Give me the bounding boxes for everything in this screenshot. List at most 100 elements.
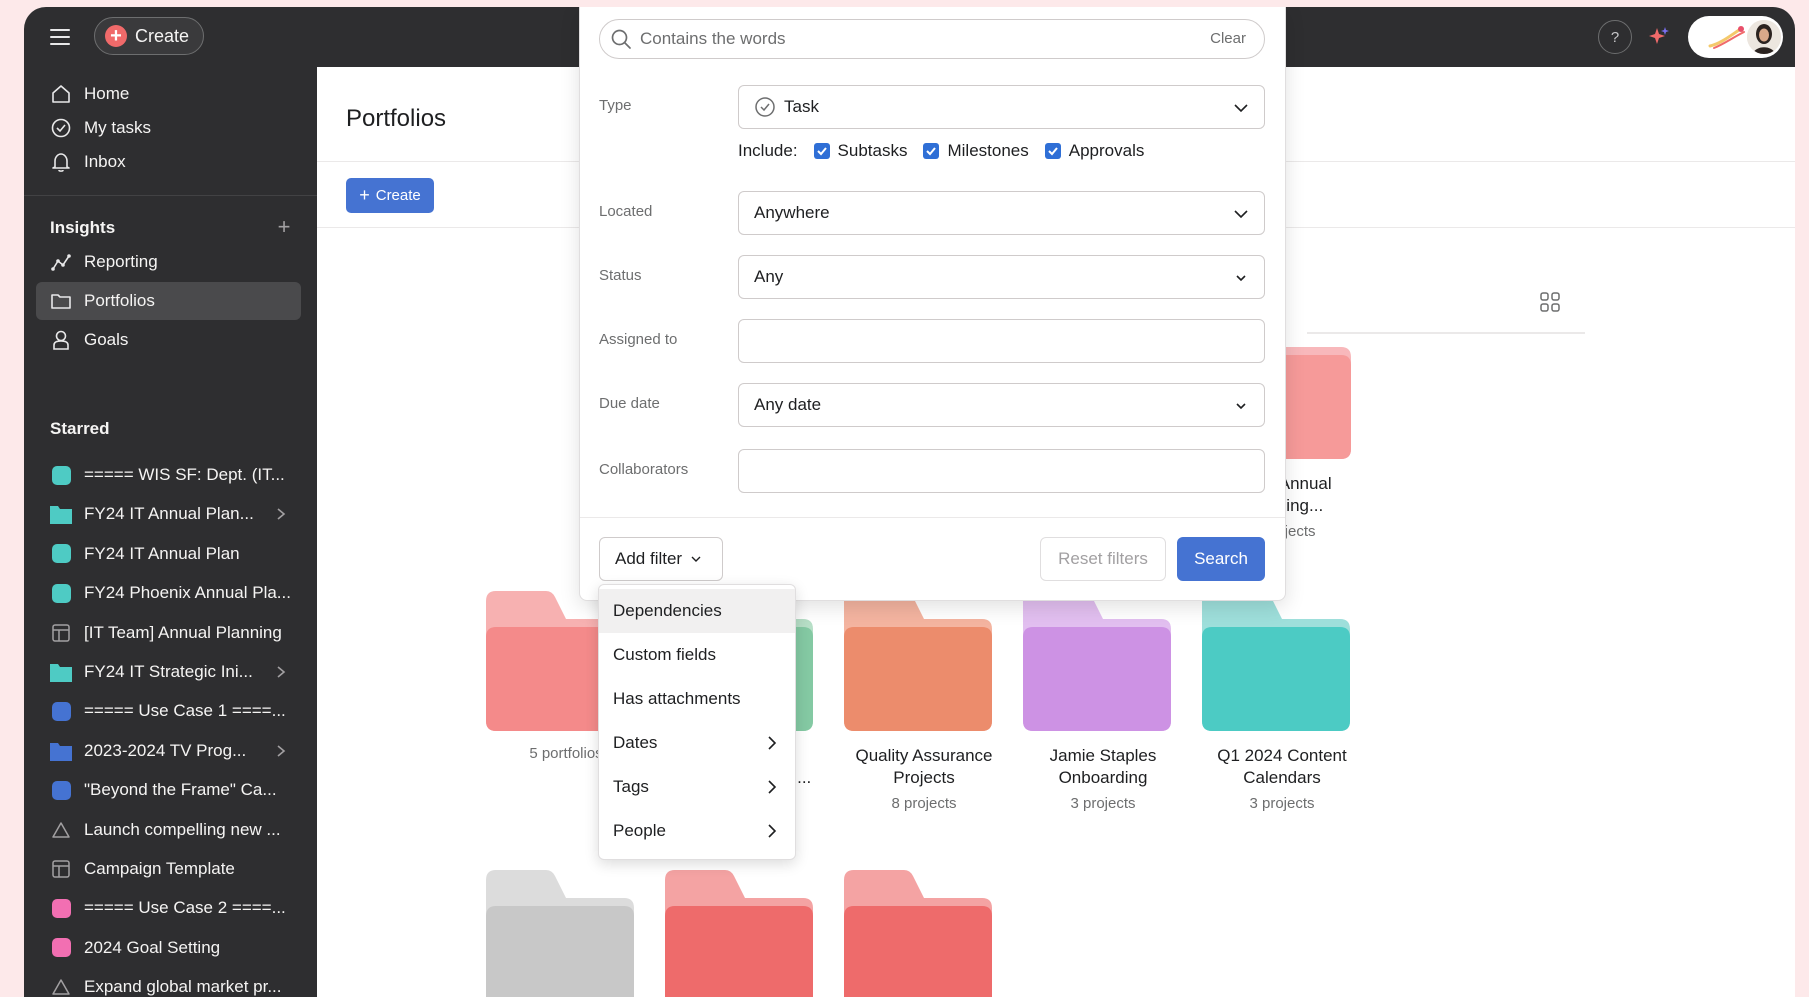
due-date-select[interactable]: Any date — [738, 383, 1265, 427]
check-circle-icon — [755, 97, 775, 117]
starred-item[interactable]: Campaign Template — [36, 850, 301, 888]
create-button[interactable]: + Create — [94, 17, 204, 55]
approvals-label: Approvals — [1068, 141, 1145, 160]
folder-icon — [486, 870, 634, 997]
create-label: Create — [135, 25, 190, 46]
sidebar-item-label: Home — [84, 84, 130, 103]
avatar — [1747, 20, 1781, 54]
sidebar-item-reporting[interactable]: Reporting — [36, 243, 301, 281]
reset-filters-button[interactable]: Reset filters — [1040, 537, 1166, 581]
sidebar-item-inbox[interactable]: Inbox — [36, 143, 301, 181]
chevron-down-icon — [1234, 104, 1248, 113]
chevron-right-icon[interactable] — [275, 663, 287, 681]
sidebar-item-home[interactable]: Home — [36, 75, 301, 113]
sidebar-item-portfolios[interactable]: Portfolios — [36, 282, 301, 320]
due-date-label: Due date — [599, 395, 660, 412]
starred-item[interactable]: FY24 IT Annual Plan — [36, 535, 301, 573]
portfolio-folder[interactable] — [665, 870, 825, 997]
starred-item[interactable]: 2024 Goal Setting — [36, 929, 301, 967]
portfolio-folder-icon — [50, 740, 72, 762]
folder-name-line: Calendars — [1243, 768, 1321, 787]
located-select[interactable]: Anywhere — [738, 191, 1265, 235]
project-color-icon — [50, 464, 72, 486]
starred-item[interactable]: 2023-2024 TV Prog... — [36, 732, 301, 770]
starred-item-label: FY24 IT Annual Plan — [84, 543, 240, 563]
create-portfolio-button[interactable]: + Create — [346, 178, 434, 213]
menu-item-dependencies[interactable]: Dependencies — [599, 589, 795, 633]
add-filter-button[interactable]: Add filter — [599, 537, 723, 581]
status-select[interactable]: Any — [738, 255, 1265, 299]
due-date-value: Any date — [754, 395, 822, 414]
menu-item-custom-fields[interactable]: Custom fields — [599, 633, 795, 677]
folder-icon — [50, 290, 72, 312]
portfolio-folder[interactable]: Q1 2024 Content Calendars 3 projects — [1202, 591, 1362, 812]
help-button[interactable]: ? — [1598, 20, 1632, 54]
folder-icon — [1023, 591, 1171, 731]
sparkle-icon[interactable] — [1646, 24, 1672, 50]
starred-item[interactable]: FY24 IT Strategic Ini... — [36, 653, 301, 691]
portfolio-folder[interactable]: Quality Assurance Projects 8 projects — [844, 591, 1004, 812]
portfolio-folder[interactable] — [844, 870, 1004, 997]
page-title: Portfolios — [346, 105, 447, 132]
folder-meta: 3 projects — [1070, 795, 1136, 812]
grid-view-icon[interactable] — [1539, 291, 1561, 313]
approvals-checkbox[interactable] — [1044, 143, 1061, 159]
chevron-right-icon[interactable] — [275, 742, 287, 760]
type-select[interactable]: Task — [738, 85, 1265, 129]
collaborators-input[interactable] — [738, 449, 1265, 493]
starred-item[interactable]: [IT Team] Annual Planning — [36, 614, 301, 652]
subtasks-label: Subtasks — [837, 141, 908, 160]
starred-item[interactable]: ===== WIS SF: Dept. (IT... — [36, 456, 301, 494]
menu-item-label: People — [613, 821, 666, 840]
starred-item-label: Expand global market pr... — [84, 977, 282, 997]
profile-button[interactable] — [1688, 16, 1783, 58]
search-button[interactable]: Search — [1177, 537, 1265, 581]
status-label: Status — [599, 267, 642, 284]
subtasks-checkbox[interactable] — [813, 143, 830, 159]
located-label: Located — [599, 203, 653, 220]
sidebar-item-my-tasks[interactable]: My tasks — [36, 109, 301, 147]
starred-item[interactable]: ===== Use Case 2 ====... — [36, 889, 301, 927]
menu-item-label: Dates — [613, 733, 658, 752]
starred-item[interactable]: ===== Use Case 1 ====... — [36, 692, 301, 730]
add-icon[interactable]: + — [274, 216, 294, 238]
starred-item-label: Campaign Template — [84, 859, 235, 878]
portfolio-folder[interactable]: Jamie Staples Onboarding 3 projects — [1023, 591, 1183, 812]
sidebar-item-label: Goals — [84, 330, 129, 349]
insights-heading[interactable]: Insights — [50, 218, 115, 238]
starred-item[interactable]: Launch compelling new ... — [36, 811, 301, 849]
template-icon — [50, 622, 72, 644]
starred-item-label: "Beyond the Frame" Ca... — [84, 780, 277, 800]
assigned-input[interactable] — [738, 319, 1265, 363]
starred-item-label: Launch compelling new ... — [84, 819, 281, 839]
sidebar: Home My tasks Inbox Insights + Reporting — [24, 67, 317, 997]
sidebar-item-goals[interactable]: Goals — [36, 321, 301, 359]
search-input[interactable]: Contains the words Clear — [599, 19, 1265, 59]
project-color-icon — [50, 543, 72, 565]
project-color-icon — [50, 582, 72, 604]
starred-item[interactable]: FY24 IT Annual Plan... — [36, 495, 301, 533]
portfolio-folder[interactable] — [486, 870, 646, 997]
menu-item-has-attachments[interactable]: Has attachments — [599, 677, 795, 721]
starred-item-label: 2024 Goal Setting — [84, 937, 221, 957]
project-color-icon — [50, 897, 72, 919]
menu-item-dates[interactable]: Dates — [599, 721, 795, 765]
menu-item-people[interactable]: People — [599, 809, 795, 853]
chevron-right-icon[interactable] — [275, 505, 287, 523]
clear-button[interactable]: Clear — [1210, 30, 1246, 47]
sidebar-item-label: Inbox — [84, 152, 126, 171]
starred-item[interactable]: Expand global market pr... — [36, 968, 301, 997]
starred-heading[interactable]: Starred — [50, 419, 110, 439]
folder-name-line: Q1 2024 Content — [1217, 746, 1347, 765]
add-filter-menu: Dependencies Custom fields Has attachments… — [598, 584, 796, 860]
folder-name-line: Projects — [893, 768, 955, 787]
starred-item[interactable]: FY24 Phoenix Annual Pla... — [36, 574, 301, 612]
folder-name-line: Quality Assurance — [855, 746, 993, 765]
located-value: Anywhere — [754, 203, 830, 222]
menu-item-tags[interactable]: Tags — [599, 765, 795, 809]
milestones-checkbox[interactable] — [923, 143, 940, 159]
menu-icon[interactable] — [50, 29, 70, 45]
starred-item[interactable]: "Beyond the Frame" Ca... — [36, 771, 301, 809]
goals-icon — [50, 329, 72, 351]
home-icon — [50, 83, 72, 105]
